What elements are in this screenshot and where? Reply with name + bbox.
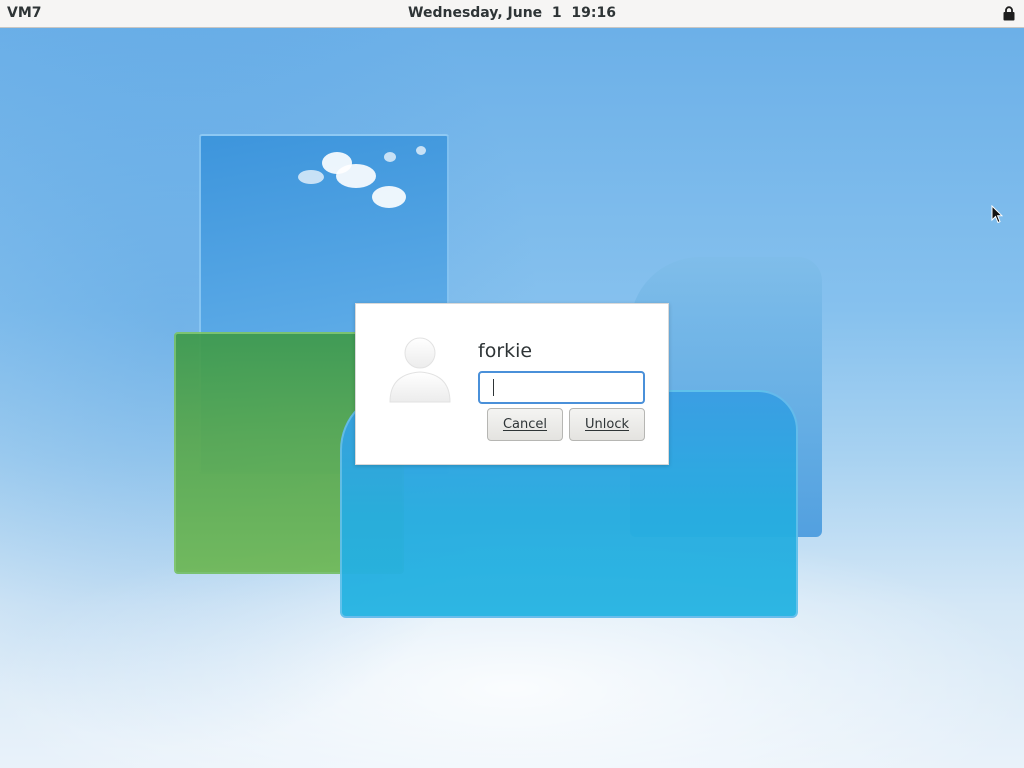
wallpaper-cloud: [298, 170, 324, 184]
text-caret: [493, 379, 494, 396]
wallpaper-cloud: [372, 186, 406, 208]
password-input[interactable]: [478, 371, 645, 404]
wallpaper-cloud: [416, 146, 426, 155]
clock[interactable]: Wednesday, June 1 19:16: [0, 5, 1024, 21]
wallpaper-cloud: [384, 152, 396, 162]
cancel-button[interactable]: Cancel: [487, 408, 563, 441]
wallpaper-cloud: [336, 164, 376, 188]
lock-icon[interactable]: [1003, 6, 1015, 21]
unlock-dialog: forkie Cancel Unlock: [355, 303, 669, 465]
unlock-button[interactable]: Unlock: [569, 408, 645, 441]
username-label: forkie: [478, 340, 533, 362]
top-bar: VM7 Wednesday, June 1 19:16: [0, 0, 1024, 28]
mouse-pointer-icon: [991, 205, 1003, 224]
user-avatar-icon: [389, 337, 451, 403]
